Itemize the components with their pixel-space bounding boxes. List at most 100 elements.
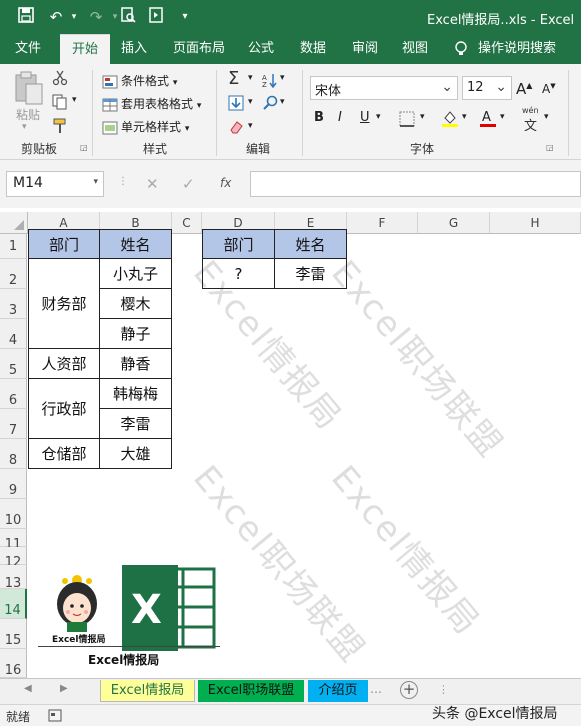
table-cell-dept[interactable]: 仓储部 — [28, 438, 100, 469]
scroll-right-icon[interactable]: ▶ — [60, 683, 68, 694]
grow-font-button[interactable]: A▲ — [516, 80, 532, 98]
row-header-1[interactable]: 1 — [0, 234, 27, 259]
format-as-table-button[interactable]: 套用表格格式 ▾ — [102, 95, 201, 112]
tab-data[interactable]: 数据 — [292, 34, 334, 64]
find-select-icon[interactable] — [262, 95, 278, 111]
row-header-6[interactable]: 6 — [0, 379, 27, 409]
copy-dropdown-icon[interactable]: ▾ — [72, 95, 77, 105]
paste-button[interactable]: 粘贴 — [16, 106, 40, 123]
table-cell-name[interactable]: 静香 — [99, 348, 172, 379]
row-header-12[interactable]: 12 — [0, 547, 27, 570]
scroll-left-icon[interactable]: ◀ — [24, 683, 32, 694]
clear-dropdown-icon[interactable]: ▾ — [248, 121, 253, 131]
bold-button[interactable]: B — [314, 110, 324, 125]
sheet-tab-intro[interactable]: 介绍页 — [308, 680, 368, 702]
cell-styles-button[interactable]: 单元格样式 ▾ — [102, 118, 189, 135]
table-cell-name[interactable]: 静子 — [99, 318, 172, 349]
macro-record-icon[interactable] — [48, 709, 62, 722]
lookup-cell-dept[interactable]: ? — [202, 258, 275, 289]
row-header-5[interactable]: 5 — [0, 349, 27, 379]
row-header-3[interactable]: 3 — [0, 289, 27, 319]
row-header-14[interactable]: 14 — [0, 589, 27, 619]
name-box[interactable]: M14 ▾ — [6, 171, 104, 197]
row-header-4[interactable]: 4 — [0, 319, 27, 349]
tab-file[interactable]: 文件 — [4, 34, 52, 64]
italic-button[interactable]: I — [338, 110, 342, 125]
insert-function-icon[interactable]: fx — [220, 176, 231, 190]
formula-input[interactable] — [250, 171, 581, 197]
table-header-name[interactable]: 姓名 — [99, 229, 172, 259]
row-header-11[interactable]: 11 — [0, 529, 27, 552]
tab-page-layout[interactable]: 页面布局 — [168, 34, 230, 64]
redo-icon[interactable]: ↷ — [86, 7, 106, 27]
table-cell-name[interactable]: 韩梅梅 — [99, 378, 172, 409]
table-cell-dept[interactable]: 人资部 — [28, 348, 100, 379]
table-header-dept[interactable]: 部门 — [28, 229, 100, 259]
column-header-h[interactable]: H — [490, 212, 581, 234]
select-all-corner[interactable] — [0, 212, 28, 234]
cancel-entry-icon[interactable]: ✕ — [146, 175, 159, 193]
tab-home[interactable]: 开始 — [60, 34, 110, 64]
shrink-font-button[interactable]: A▼ — [542, 82, 556, 96]
row-header-13[interactable]: 13 — [0, 565, 27, 591]
clear-icon[interactable] — [228, 119, 244, 135]
lookup-header-name[interactable]: 姓名 — [274, 229, 347, 259]
sheet-tab-league[interactable]: Excel职场联盟 — [198, 680, 304, 702]
save-icon[interactable] — [16, 7, 36, 27]
autosum-dropdown-icon[interactable]: ▾ — [248, 73, 253, 83]
table-cell-name[interactable]: 大雄 — [99, 438, 172, 469]
clipboard-launcher-icon[interactable]: ◲ — [80, 143, 88, 152]
cut-icon[interactable] — [52, 70, 68, 86]
table-cell-dept[interactable]: 行政部 — [28, 378, 100, 439]
table-cell-name[interactable]: 樱木 — [99, 288, 172, 319]
column-header-f[interactable]: F — [347, 212, 418, 234]
tab-formulas[interactable]: 公式 — [240, 34, 282, 64]
paste-dropdown-icon[interactable]: ▾ — [22, 122, 27, 132]
copy-icon[interactable] — [52, 94, 68, 110]
open-icon[interactable] — [146, 7, 166, 27]
customize-toolbar-icon[interactable]: ▾ — [175, 7, 195, 27]
phonetic-icon[interactable]: wén 文 — [520, 106, 546, 134]
fill-icon[interactable] — [228, 95, 244, 111]
phonetic-dropdown-icon[interactable]: ▾ — [544, 112, 549, 122]
font-color-dropdown-icon[interactable]: ▾ — [500, 112, 505, 122]
font-size-select[interactable]: 12 ⌄ — [462, 76, 512, 100]
confirm-entry-icon[interactable]: ✓ — [182, 175, 195, 193]
table-cell-dept[interactable]: 财务部 — [28, 258, 100, 349]
paste-icon[interactable] — [12, 70, 48, 106]
tab-review[interactable]: 审阅 — [344, 34, 386, 64]
add-sheet-icon[interactable]: + — [400, 681, 418, 699]
tell-me-search[interactable]: 操作说明搜索 — [478, 34, 578, 64]
format-painter-icon[interactable] — [52, 118, 68, 134]
more-options-icon[interactable]: ⋮ — [118, 176, 128, 187]
row-header-2[interactable]: 2 — [0, 259, 27, 289]
autosum-icon[interactable]: Σ — [228, 68, 239, 89]
row-header-15[interactable]: 15 — [0, 619, 27, 649]
conditional-format-button[interactable]: 条件格式 ▾ — [102, 72, 177, 89]
fill-color-icon[interactable] — [440, 108, 460, 128]
tab-view[interactable]: 视图 — [394, 34, 436, 64]
more-sheets-icon[interactable]: … — [370, 682, 382, 696]
worksheet-grid[interactable]: ABCDEFGH 1 2 3 4 5 6 7 8 9 10 11 12 13 14 15 16 Excel情报… — [0, 208, 581, 678]
font-color-icon[interactable]: A — [478, 108, 498, 128]
column-header-c[interactable]: C — [172, 212, 202, 234]
column-header-g[interactable]: G — [418, 212, 490, 234]
sort-filter-icon[interactable]: AZ — [262, 72, 278, 89]
borders-icon[interactable] — [398, 110, 416, 128]
lookup-cell-name[interactable]: 李雷 — [274, 258, 347, 289]
row-header-9[interactable]: 9 — [0, 469, 27, 499]
borders-dropdown-icon[interactable]: ▾ — [420, 112, 425, 122]
lookup-header-dept[interactable]: 部门 — [202, 229, 275, 259]
font-launcher-icon[interactable]: ◲ — [546, 143, 554, 152]
fill-color-dropdown-icon[interactable]: ▾ — [462, 112, 467, 122]
sheet-tab-excel[interactable]: Excel情报局 — [100, 680, 195, 702]
underline-button[interactable]: U — [360, 110, 370, 125]
row-header-8[interactable]: 8 — [0, 439, 27, 469]
row-header-7[interactable]: 7 — [0, 409, 27, 439]
underline-dropdown-icon[interactable]: ▾ — [376, 112, 381, 122]
undo-icon[interactable]: ↶ — [46, 7, 66, 27]
row-header-16[interactable]: 16 — [0, 649, 27, 678]
fill-dropdown-icon[interactable]: ▾ — [248, 97, 253, 107]
undo-dropdown-icon[interactable]: ▾ — [64, 7, 84, 27]
font-name-select[interactable]: 宋体 ⌄ — [310, 76, 458, 100]
